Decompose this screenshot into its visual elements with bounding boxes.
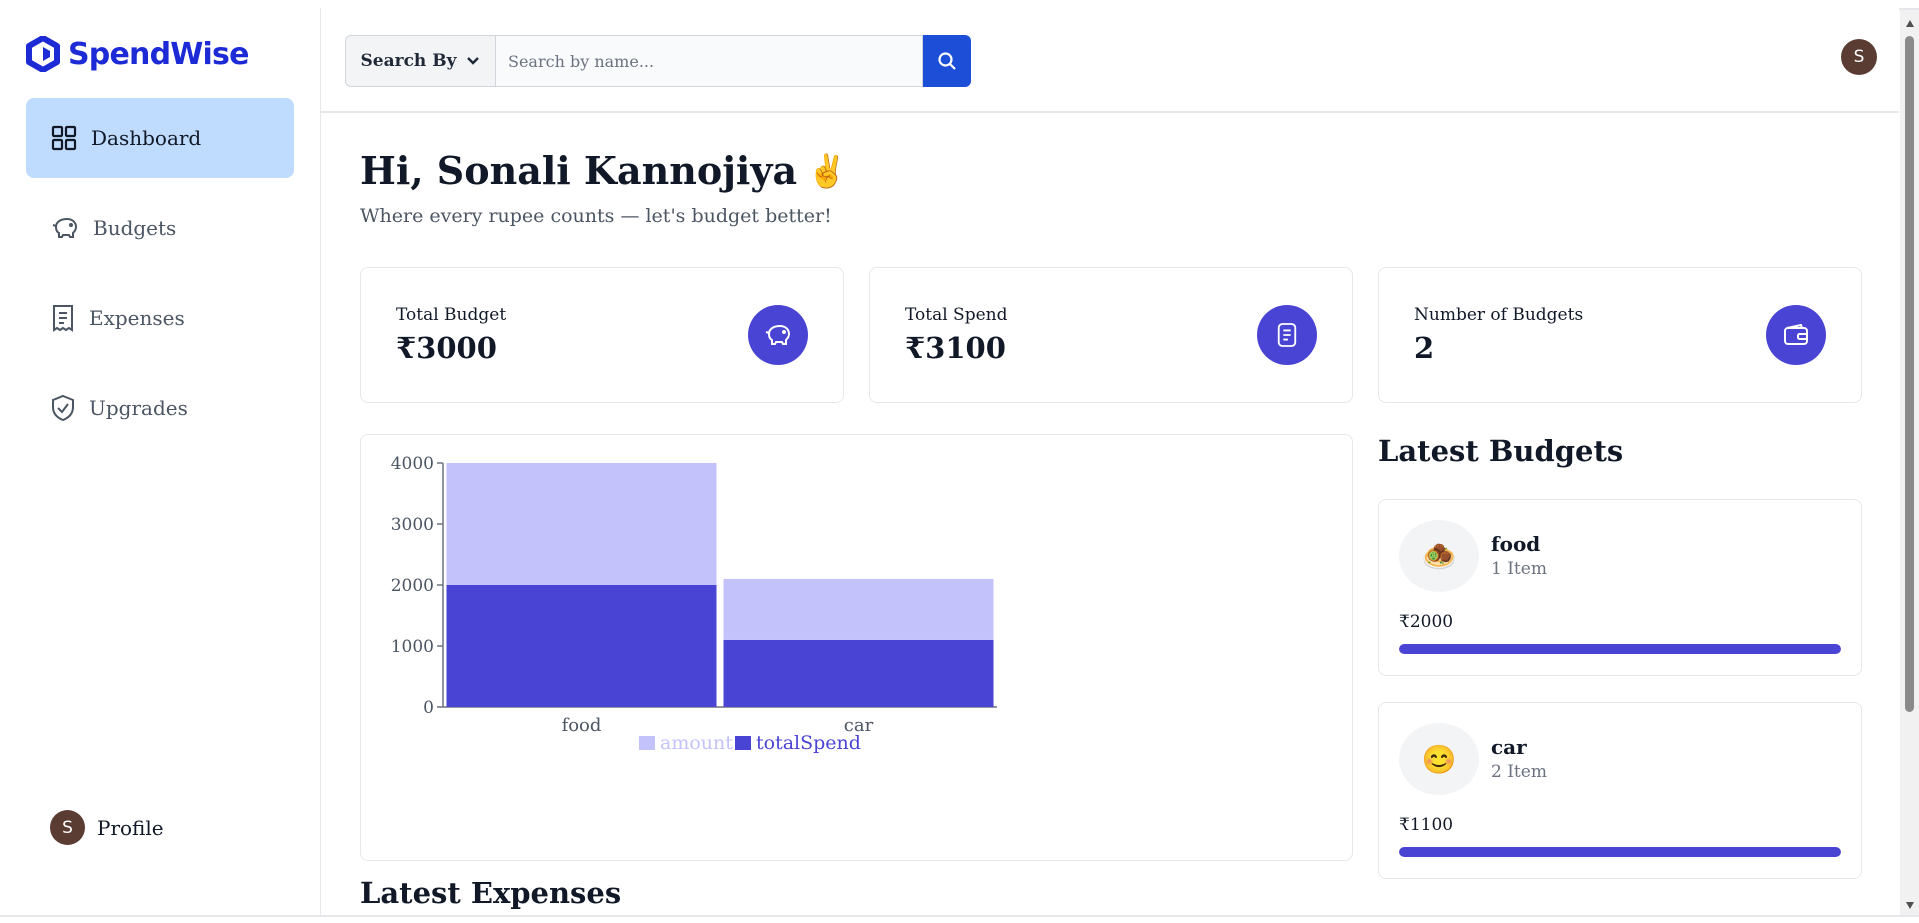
stat-value: ₹3100 <box>905 331 1006 365</box>
profile-label: Profile <box>97 815 164 840</box>
page-subtitle: Where every rupee counts — let's budget … <box>360 205 832 227</box>
budget-progress-bar <box>1399 644 1841 654</box>
scroll-up-arrow-icon[interactable] <box>1906 20 1914 27</box>
sidebar-item-label: Upgrades <box>89 396 188 420</box>
y-tick-label: 0 <box>423 698 434 718</box>
stat-label: Total Spend <box>905 305 1008 325</box>
app-name: SpendWise <box>68 36 249 72</box>
stat-card-total-budget: Total Budget ₹3000 <box>360 267 844 403</box>
budget-amount: ₹2000 <box>1399 612 1454 632</box>
victory-hand-emoji: ✌️ <box>807 151 847 190</box>
sidebar-item-dashboard[interactable]: Dashboard <box>26 98 294 178</box>
bar-totalSpend-car <box>723 639 994 707</box>
budget-name: car <box>1491 735 1527 759</box>
search-by-dropdown[interactable]: Search By <box>345 35 495 87</box>
budget-emoji: 😊 <box>1399 723 1479 795</box>
logo-hexagon-icon <box>26 36 60 72</box>
y-tick-label: 2000 <box>391 576 434 596</box>
stat-value: 2 <box>1414 331 1435 365</box>
y-tick-label: 1000 <box>391 637 434 657</box>
legend-swatch-amount <box>639 736 655 750</box>
budget-progress-bar <box>1399 847 1841 857</box>
bar-amount-food <box>446 463 717 585</box>
shield-check-icon <box>52 394 74 422</box>
stat-label: Number of Budgets <box>1414 305 1584 325</box>
page-scrollbar[interactable] <box>1900 10 1919 915</box>
dashboard-grid-icon <box>51 125 77 151</box>
search-input[interactable] <box>495 35 923 87</box>
search-button[interactable] <box>923 35 971 87</box>
budget-card-food[interactable]: 🧆 food 1 Item ₹2000 <box>1378 499 1862 676</box>
receipt-icon <box>1257 305 1317 365</box>
search-bar: Search By <box>345 35 971 87</box>
scrollbar-thumb[interactable] <box>1905 36 1914 712</box>
legend-label-amount: amount <box>660 732 733 754</box>
stat-card-number-of-budgets: Number of Budgets 2 <box>1378 267 1862 403</box>
budget-amount: ₹1100 <box>1399 815 1454 835</box>
sidebar-item-label: Budgets <box>93 216 177 240</box>
sidebar-profile[interactable]: S Profile <box>50 810 164 845</box>
greeting-text: Hi, Sonali Kannojiya <box>360 148 798 193</box>
sidebar-item-label: Dashboard <box>91 126 202 150</box>
budget-progress-fill <box>1399 644 1841 654</box>
stat-label: Total Budget <box>396 305 507 325</box>
sidebar-item-label: Expenses <box>89 306 185 330</box>
sidebar: SpendWise Dashboard Budgets Expenses Upg… <box>0 8 321 915</box>
budget-chart-card: 0 1000 2000 3000 4000 food car amount totalSpend <box>360 434 1353 861</box>
sidebar-item-budgets[interactable]: Budgets <box>26 188 294 268</box>
budget-item-count: 1 Item <box>1491 559 1547 579</box>
avatar: S <box>50 810 85 845</box>
search-icon <box>938 52 956 70</box>
y-tick-label: 3000 <box>391 515 434 535</box>
budget-name: food <box>1491 532 1541 556</box>
x-tick-label: food <box>562 715 602 736</box>
legend-label-totalSpend: totalSpend <box>756 732 861 754</box>
receipt-icon <box>53 305 73 332</box>
budget-progress-fill <box>1399 847 1841 857</box>
stat-card-total-spend: Total Spend ₹3100 <box>869 267 1353 403</box>
scroll-down-arrow-icon[interactable] <box>1906 902 1914 909</box>
sidebar-item-expenses[interactable]: Expenses <box>26 278 294 358</box>
latest-expenses-title: Latest Expenses <box>360 876 622 910</box>
window-bottom-border <box>0 915 1919 923</box>
user-avatar[interactable]: S <box>1841 39 1877 75</box>
wallet-icon <box>1766 305 1826 365</box>
y-tick-label: 4000 <box>391 454 434 474</box>
budget-item-count: 2 Item <box>1491 762 1547 782</box>
legend-swatch-totalSpend <box>735 736 751 750</box>
latest-budgets-title: Latest Budgets <box>1378 434 1624 468</box>
search-by-label: Search By <box>360 51 457 71</box>
bar-totalSpend-food <box>446 585 717 707</box>
bar-amount-car <box>723 578 994 640</box>
budget-card-car[interactable]: 😊 car 2 Item ₹1100 <box>1378 702 1862 879</box>
piggy-bank-icon <box>52 217 78 238</box>
sidebar-item-upgrades[interactable]: Upgrades <box>26 368 294 448</box>
stat-value: ₹3000 <box>396 331 497 365</box>
piggy-bank-icon <box>748 305 808 365</box>
budget-bar-chart: 01000200030004000food caramount totalSpend <box>391 454 997 754</box>
chevron-down-icon <box>467 57 480 65</box>
page-title: Hi, Sonali Kannojiya ✌️ <box>360 148 847 193</box>
budget-emoji: 🧆 <box>1399 520 1479 592</box>
app-logo[interactable]: SpendWise <box>26 36 249 72</box>
top-header: Search By S <box>321 8 1899 113</box>
